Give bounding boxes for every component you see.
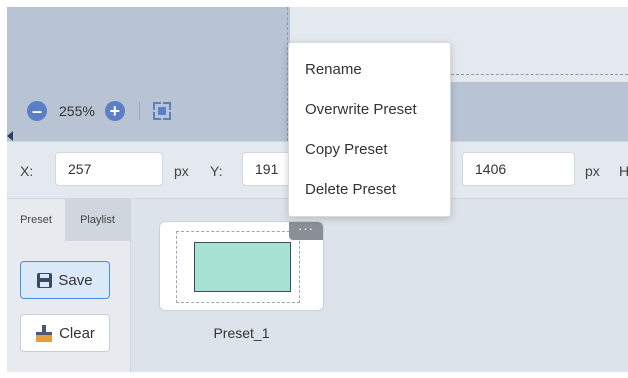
minus-circle-icon[interactable]: – [27, 101, 47, 121]
menu-item-delete-preset[interactable]: Delete Preset [305, 181, 396, 198]
save-button[interactable]: Save [20, 261, 110, 299]
tab-preset[interactable]: Preset [7, 199, 65, 241]
more-options-icon[interactable]: ··· [289, 222, 323, 240]
broom-icon [35, 324, 53, 342]
preset-thumbnail-frame [176, 231, 300, 303]
x-label: X: [20, 163, 34, 179]
menu-item-copy-preset[interactable]: Copy Preset [305, 141, 388, 158]
clear-button-label: Clear [59, 324, 95, 342]
width-unit-label: px [585, 163, 600, 179]
x-input[interactable]: 257 [55, 152, 163, 186]
collapse-caret-icon[interactable] [7, 131, 13, 141]
preset-card[interactable]: ··· [159, 221, 324, 311]
menu-item-overwrite-preset[interactable]: Overwrite Preset [305, 101, 417, 118]
height-label: H [619, 163, 628, 179]
preset-sidebar: Preset Playlist Save Clear [7, 199, 131, 372]
y-label: Y: [210, 163, 223, 179]
menu-item-rename[interactable]: Rename [305, 61, 362, 78]
zoom-level: 255% [59, 103, 95, 119]
preset-name: Preset_1 [213, 325, 270, 341]
context-menu: Rename Overwrite Preset Copy Preset Dele… [288, 42, 451, 217]
tab-playlist[interactable]: Playlist [65, 199, 130, 241]
x-unit-label: px [174, 163, 189, 179]
fit-screen-icon[interactable] [152, 101, 172, 121]
preset-panel: Preset Playlist Save Clear ··· Preset_1 [7, 198, 628, 372]
width-input[interactable]: 1406 [462, 152, 575, 186]
save-icon [37, 272, 53, 288]
plus-circle-icon[interactable]: + [104, 101, 125, 121]
zoom-controls: – 255% + [27, 100, 172, 122]
preset-thumbnail [194, 242, 291, 292]
clear-button[interactable]: Clear [20, 314, 110, 352]
save-button-label: Save [58, 271, 93, 289]
zoom-separator [138, 102, 140, 120]
